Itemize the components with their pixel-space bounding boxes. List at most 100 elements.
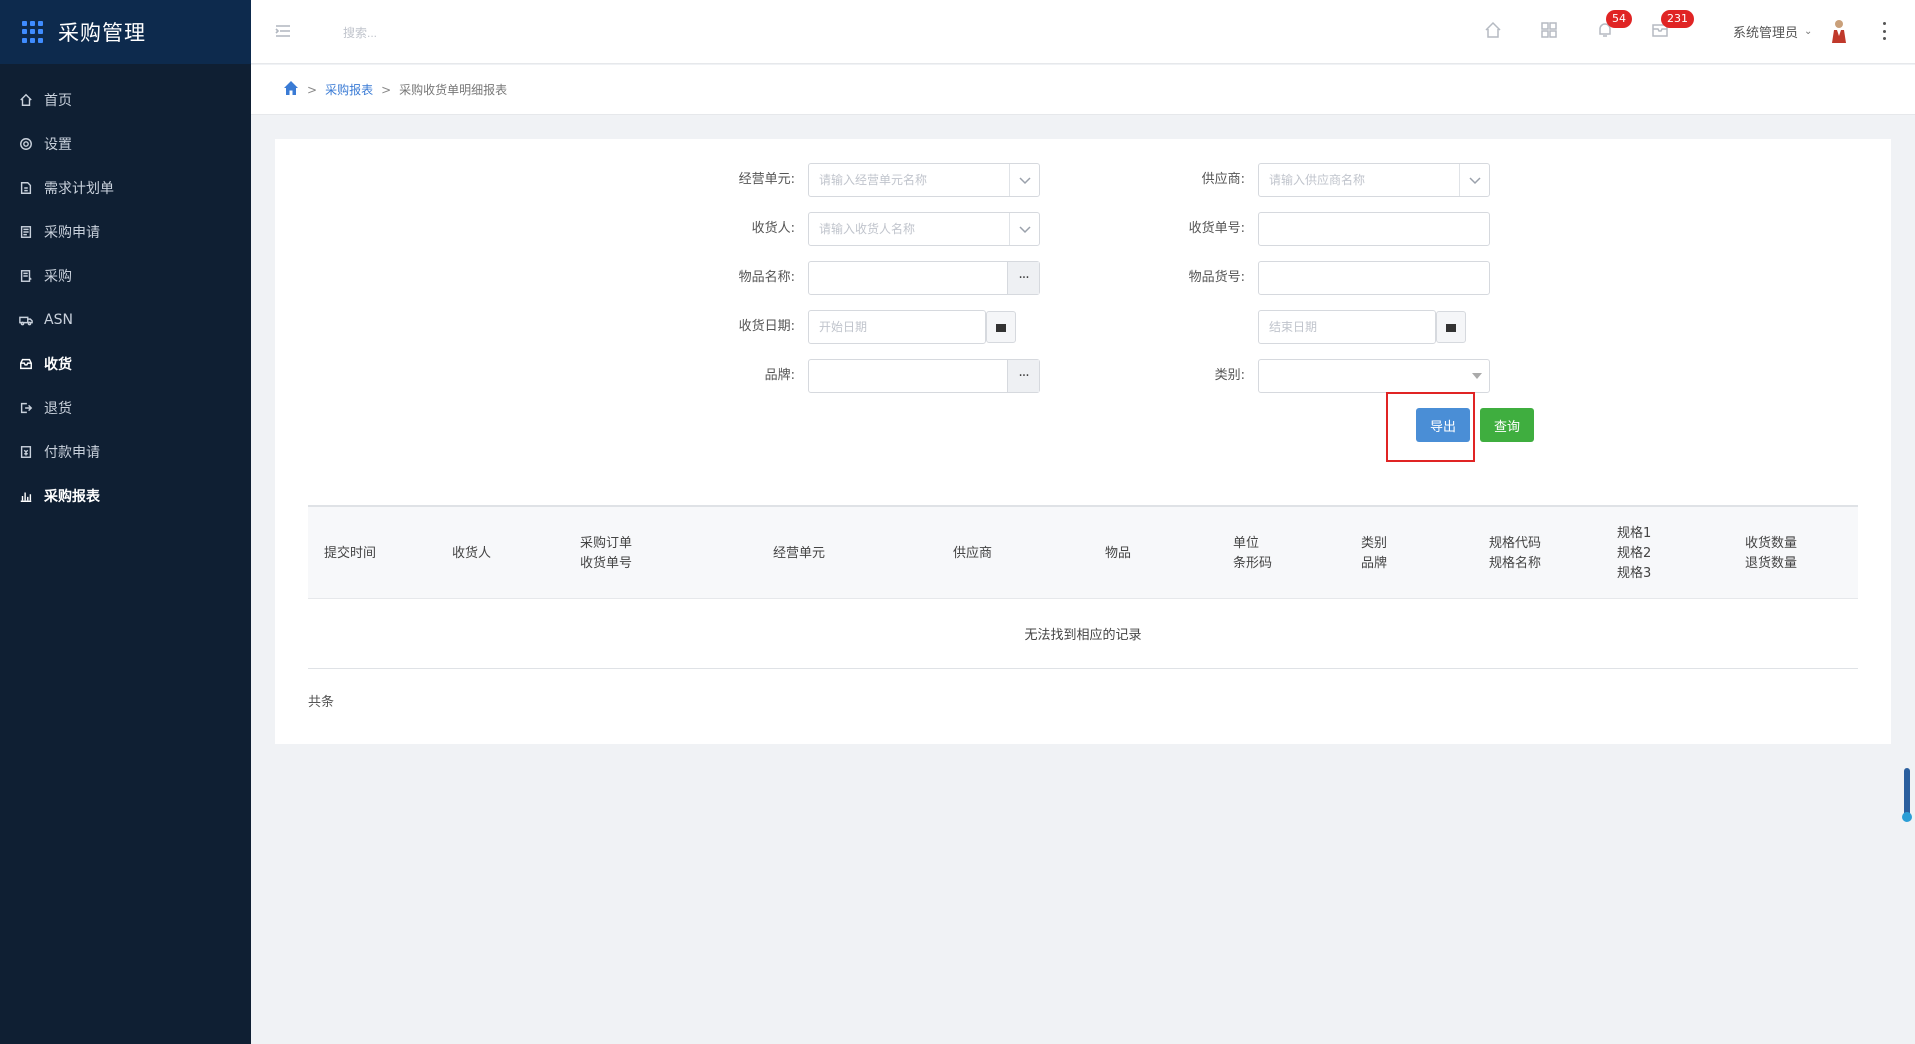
- item-name-label: 物品名称:: [738, 270, 795, 285]
- column-header[interactable]: 采购订单 收货单号: [580, 507, 632, 601]
- form-icon: [18, 224, 34, 240]
- item-code-field[interactable]: [1258, 261, 1490, 295]
- breadcrumb-current: 采购收货单明细报表: [399, 83, 508, 97]
- sidebar-item-purchase-report[interactable]: 采购报表: [0, 474, 251, 518]
- sidebar-item-demand-plan[interactable]: 需求计划单: [0, 166, 251, 210]
- chevron-down-icon[interactable]: [1009, 213, 1039, 245]
- brand-header: 采购管理: [0, 0, 251, 64]
- supplier-select[interactable]: [1258, 163, 1490, 197]
- sidebar-item-home[interactable]: 首页: [0, 78, 251, 122]
- sidebar-item-return[interactable]: 退货: [0, 386, 251, 430]
- user-menu[interactable]: 系统管理员 ⌄: [1733, 22, 1812, 41]
- truck-icon: [18, 312, 34, 328]
- receipt-no-field[interactable]: [1258, 212, 1490, 246]
- receipt-no-input[interactable]: [1259, 213, 1489, 245]
- column-header[interactable]: 类别 品牌: [1361, 507, 1387, 601]
- column-header[interactable]: 供应商: [953, 507, 992, 601]
- sidebar-item-receiving[interactable]: 收货: [0, 342, 251, 386]
- messages-icon[interactable]: 231: [1651, 10, 1694, 39]
- notification-badge: 54: [1606, 10, 1632, 28]
- column-header[interactable]: 经营单元: [773, 507, 825, 601]
- sidebar: 采购管理 首页 设置 需求计划单 采购申请 采购 ASN 收货 退货 付款申请 …: [0, 0, 251, 1044]
- messages-badge: 231: [1661, 10, 1694, 28]
- column-header[interactable]: 规格1 规格2 规格3: [1617, 507, 1651, 601]
- sidebar-item-payment-request[interactable]: 付款申请: [0, 430, 251, 474]
- supplier-input[interactable]: [1259, 164, 1459, 196]
- category-label: 类别:: [1214, 368, 1245, 383]
- sidebar-item-label: 设置: [44, 137, 72, 153]
- item-code-label: 物品货号:: [1188, 270, 1245, 285]
- inbox-icon: [18, 356, 34, 372]
- end-date-input[interactable]: [1259, 311, 1435, 343]
- more-picker-button[interactable]: ···: [1007, 262, 1039, 294]
- sidebar-item-label: 采购申请: [44, 225, 100, 241]
- brand-picker[interactable]: ···: [808, 359, 1040, 393]
- sidebar-item-asn[interactable]: ASN: [0, 298, 251, 342]
- item-code-input[interactable]: [1259, 262, 1489, 294]
- topbar: 54 231 系统管理员 ⌄: [251, 0, 1915, 64]
- column-header[interactable]: 收货数量 退货数量: [1745, 507, 1797, 601]
- column-header[interactable]: 单位 条形码: [1233, 507, 1272, 601]
- sidebar-menu: 首页 设置 需求计划单 采购申请 采购 ASN 收货 退货 付款申请 采购报表: [0, 64, 251, 518]
- sidebar-item-purchase-request[interactable]: 采购申请: [0, 210, 251, 254]
- document-icon: [18, 180, 34, 196]
- avatar[interactable]: [1829, 18, 1849, 44]
- sidebar-item-label: 采购: [44, 269, 72, 285]
- gear-icon: [18, 136, 34, 152]
- sidebar-item-label: 退货: [44, 401, 72, 417]
- menu-toggle-icon[interactable]: [274, 22, 292, 40]
- home-icon: [18, 92, 34, 108]
- scrollbar-thumb[interactable]: [1902, 768, 1912, 822]
- apps-grid-icon[interactable]: [1540, 21, 1558, 39]
- caret-down-icon[interactable]: [1465, 373, 1489, 379]
- search-input[interactable]: [343, 22, 543, 44]
- column-header[interactable]: 提交时间: [324, 507, 376, 601]
- receiver-select[interactable]: [808, 212, 1040, 246]
- more-picker-button[interactable]: ···: [1007, 360, 1039, 392]
- end-date-field[interactable]: [1258, 310, 1436, 344]
- list-icon: [18, 268, 34, 284]
- chevron-down-icon[interactable]: [1459, 164, 1489, 196]
- business-unit-input[interactable]: [809, 164, 1009, 196]
- column-header[interactable]: 规格代码 规格名称: [1489, 507, 1541, 601]
- breadcrumb: > 采购报表 > 采购收货单明细报表: [251, 65, 1915, 115]
- sidebar-item-purchase[interactable]: 采购: [0, 254, 251, 298]
- sidebar-item-settings[interactable]: 设置: [0, 122, 251, 166]
- sidebar-item-label: 需求计划单: [44, 181, 114, 197]
- brand-input[interactable]: [809, 360, 1007, 392]
- category-input[interactable]: [1259, 360, 1465, 392]
- receipt-date-label: 收货日期:: [738, 319, 795, 334]
- column-header[interactable]: 物品: [1105, 507, 1131, 601]
- sidebar-item-label: 采购报表: [44, 489, 100, 505]
- breadcrumb-home-icon[interactable]: [283, 80, 299, 99]
- supplier-label: 供应商:: [1201, 172, 1245, 187]
- calendar-icon[interactable]: [1436, 311, 1466, 343]
- receiver-input[interactable]: [809, 213, 1009, 245]
- app-grid-icon[interactable]: [22, 21, 44, 43]
- receiver-label: 收货人:: [751, 221, 795, 236]
- query-button[interactable]: 查询: [1480, 408, 1534, 442]
- app-title: 采购管理: [58, 21, 146, 45]
- business-unit-label: 经营单元:: [738, 172, 795, 187]
- breadcrumb-separator: >: [307, 82, 318, 97]
- sidebar-item-label: 首页: [44, 93, 72, 109]
- breadcrumb-parent-link[interactable]: 采购报表: [325, 81, 373, 98]
- user-name: 系统管理员: [1733, 26, 1799, 41]
- notification-bell-icon[interactable]: 54: [1596, 10, 1632, 39]
- start-date-field[interactable]: [808, 310, 986, 344]
- category-select[interactable]: [1258, 359, 1490, 393]
- return-icon: [18, 400, 34, 416]
- item-name-picker[interactable]: ···: [808, 261, 1040, 295]
- calendar-icon[interactable]: [986, 311, 1016, 343]
- chevron-down-icon[interactable]: [1009, 164, 1039, 196]
- export-button[interactable]: 导出: [1416, 408, 1470, 442]
- sidebar-item-label: 收货: [44, 357, 72, 373]
- home-icon[interactable]: [1484, 21, 1502, 39]
- start-date-input[interactable]: [809, 311, 985, 343]
- business-unit-select[interactable]: [808, 163, 1040, 197]
- column-header[interactable]: 收货人: [452, 507, 491, 601]
- total-count: 共条: [308, 695, 335, 710]
- more-options-icon[interactable]: [1881, 22, 1887, 40]
- receipt-no-label: 收货单号:: [1188, 221, 1245, 236]
- item-name-input[interactable]: [809, 262, 1007, 294]
